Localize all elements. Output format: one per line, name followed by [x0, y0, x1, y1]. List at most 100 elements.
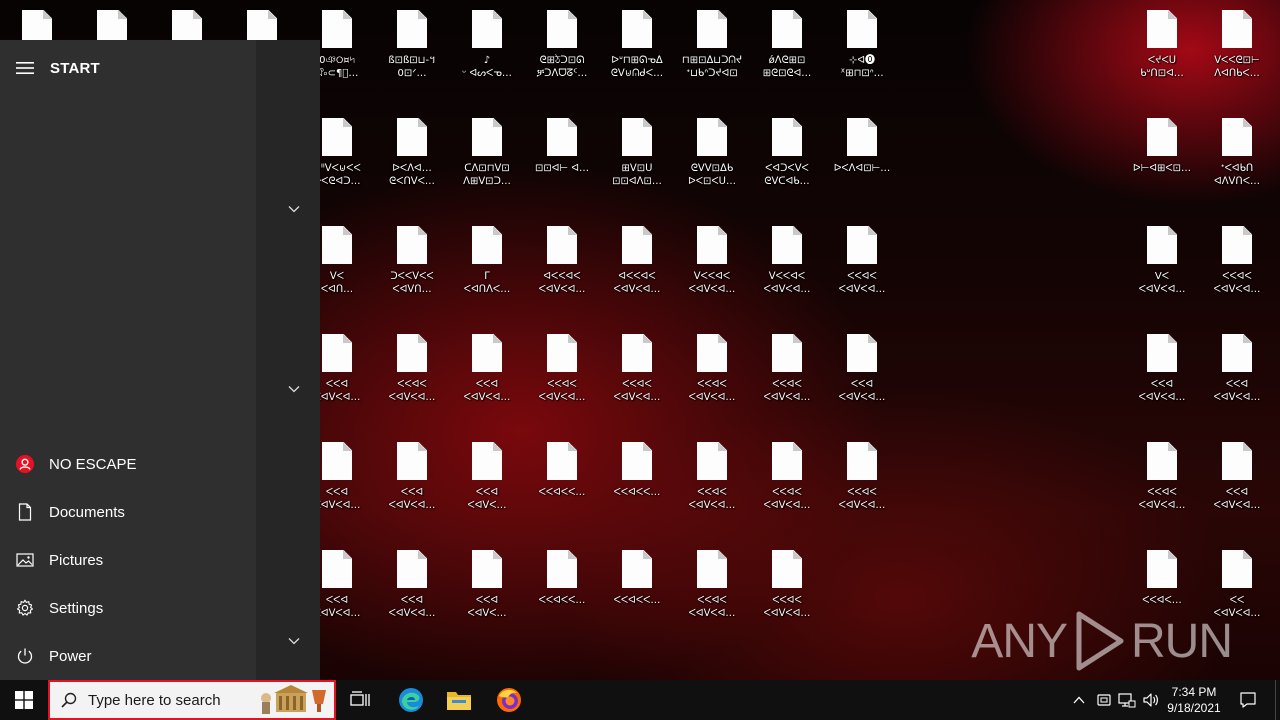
desktop-file[interactable]: ᐅ⊢ᐊ⊞ᐸ⊡… [1125, 118, 1199, 218]
file-icon [622, 226, 652, 264]
desktop-file[interactable]: ᐸᐸᐊᐸ ᐸᐊᐯᐸᐊ… [750, 442, 824, 542]
desktop-file[interactable]: ᐸᐸᐊᐸᐸ… [600, 442, 674, 542]
desktop-file[interactable]: ᐸᐸᐊᐸ ᐸᐊᐯᐸᐊ… [675, 442, 749, 542]
start-menu-header[interactable]: START [0, 50, 256, 86]
desktop-file[interactable]: ᐸᔪᐸᑌ ᑲᐡᑎ⊡ᐊ… [1125, 10, 1199, 110]
desktop-file[interactable]: ᐸᐸᐊ ᐸᐊᐯᐸᐊ… [375, 550, 449, 650]
start-item-account[interactable]: NO ESCAPE [0, 440, 256, 488]
taskbar-clock[interactable]: 7:34 PM 9/18/2021 [1158, 680, 1230, 720]
notification-icon [1240, 692, 1256, 708]
desktop-file[interactable]: ᐅᐸᐱᐊ… ᘓᐸᑎᐯᐸ… [375, 118, 449, 218]
file-icon [622, 10, 652, 48]
desktop-file[interactable]: ᒥ ᐸᐊᑎᐱᐸ… [450, 226, 524, 326]
desktop-file-label: ᐸᐸᐊᐸᐸ… [538, 595, 586, 606]
chevron-down-icon[interactable] [284, 379, 304, 399]
desktop-file[interactable]: ᐅᐡ⊓⊞ᘏᓀᐃ ᘓᐯ⊍ᕬᑯᐸ… [600, 10, 674, 110]
file-icon [1147, 226, 1177, 264]
desktop-file[interactable]: ⊓⊞⊡ᐃ⊔ᑐᕬᔪ ᐩ⊔ᑲᐢᑐᔪᐊ⊡ [675, 10, 749, 110]
desktop-file[interactable]: ᐸᐸᐊᐸ ᐸᐊᐯᐸᐊ… [1200, 226, 1274, 326]
desktop-file-label: ᐸᐸᐊᐸᐸ… [538, 487, 586, 498]
desktop-file[interactable]: ᐯᐸᐸᐊᐸ ᐸᐊᐯᐸᐊ… [675, 226, 749, 326]
desktop-file[interactable]: ᐸᐸᐊᐸᐸ… [525, 442, 599, 542]
desktop-file[interactable]: ♪ ᵕ ᐊᔕᐸᓀ… [450, 10, 524, 110]
file-icon [322, 334, 352, 372]
task-view-button[interactable] [336, 680, 384, 720]
desktop-file[interactable]: ᐸᐸᐊ ᐸᐊᐯᐸ… [450, 550, 524, 650]
taskbar-search-box[interactable] [48, 680, 336, 720]
start-item-documents[interactable]: Documents [0, 488, 256, 536]
desktop-file[interactable]: ᐸᐸᐊᐸ ᐸᐊᐯᐸᐊ… [825, 442, 899, 542]
desktop-file[interactable]: ᐸᐸᐊᐸ ᐸᐊᐯᐸᐊ… [750, 550, 824, 650]
desktop-file[interactable]: ᐯᐸᐸᐊᐸ ᐸᐊᐯᐸᐊ… [750, 226, 824, 326]
desktop-file[interactable]: ᘓᐯᐯ⊡ᐃᑲ ᐅᐸ⊡ᐸᑌ… [675, 118, 749, 218]
desktop-file-label: Vᐸ ᐸᐊᐯᐸᐊ… [1138, 271, 1186, 295]
file-icon [772, 442, 802, 480]
desktop-file[interactable]: ᘓ⊞ঠᑐ⊡ᘏ ቻᑐᐱᗜᘔᑦ… [525, 10, 599, 110]
desktop-file-label: ᘓᐯᐯ⊡ᐃᑲ ᐅᐸ⊡ᐸᑌ… [688, 163, 736, 187]
desktop-file-label: ⊓⊞⊡ᐃ⊔ᑐᕬᔪ ᐩ⊔ᑲᐢᑐᔪᐊ⊡ [681, 55, 743, 79]
desktop-file-label: ᐸᐸᐊ ᐸᐊᐯᐸ… [467, 487, 507, 511]
desktop-file-label: ⊞ᐯ⊡ᑌ ⊡⊡ᐊᐱ⊡… [612, 163, 662, 187]
start-button[interactable] [0, 680, 48, 720]
desktop-file-label: ᐸᐸᐊᐸ ᐸᐊᐯᐸᐊ… [763, 595, 811, 619]
desktop-file[interactable]: ᐸᐸᐊ ᐸᐊᐯᐸ… [450, 442, 524, 542]
desktop-file[interactable]: ß⊡ß⊡⊔-។0⊡ᐟ… [375, 10, 449, 110]
desktop-file[interactable]: ⊹ᐊ⓿ ᕁ⊞⊓⊡ᐢ… [825, 10, 899, 110]
show-desktop-button[interactable] [1275, 680, 1280, 720]
file-icon [1147, 550, 1177, 588]
clock-time: 7:34 PM [1171, 685, 1217, 699]
desktop-file[interactable]: ᐸᐸᐊᐸ ᐸᐊᐯᐸᐊ… [1125, 442, 1199, 542]
tray-device-button[interactable] [1093, 680, 1115, 720]
show-hidden-icons-button[interactable] [1068, 680, 1090, 720]
desktop-file[interactable]: ᐸᐸᐊᐸ ᐸᐊᐯᐸᐊ… [675, 334, 749, 434]
file-icon [397, 550, 427, 588]
desktop-file[interactable]: ᐸᐸᐊᐸᐸ… [600, 550, 674, 650]
desktop-file[interactable]: ᐊᐸᐸᐊᐸ ᐸᐊᐯᐸᐊ… [600, 226, 674, 326]
desktop-file[interactable]: ᐸᐸᐊ ᐸᐊᐯᐸᐊ… [1200, 442, 1274, 542]
desktop-file[interactable]: ᐸᐸᐊ ᐸᐊᐯᐸᐊ… [1200, 334, 1274, 434]
desktop-file[interactable]: ᐩᐸᐊᑲᑎ ᐊᐱᐯᑎᐸ… [1200, 118, 1274, 218]
file-icon [547, 550, 577, 588]
file-icon [772, 10, 802, 48]
desktop-file[interactable]: ᐊᐸᐸᐊᐸ ᐸᐊᐯᐸᐊ… [525, 226, 599, 326]
desktop-file[interactable]: ᐯᐸᐸᘓ⊡⊢ ᐱᐊᑎᑲᐸ… [1200, 10, 1274, 110]
desktop-file[interactable]: ᐸᐸᐊ ᐸᐊᐯᐸᐊ… [450, 334, 524, 434]
desktop-file[interactable]: ᐸᐸᐊ ᐸᐊᐯᐸᐊ… [375, 442, 449, 542]
desktop-file[interactable]: ᐸᐸᐊᐸ ᐸᐊᐯᐸᐊ… [675, 550, 749, 650]
taskbar-file-explorer-button[interactable] [435, 680, 483, 720]
desktop-file[interactable]: ᐸᐸᐊᐸ ᐸᐊᐯᐸᐊ… [825, 226, 899, 326]
taskbar-firefox-button[interactable] [485, 680, 533, 720]
action-center-button[interactable] [1234, 680, 1262, 720]
desktop-file[interactable]: ᑐᐸᐸᐯᐸᐸ ᐸᐊᐯᑎ… [375, 226, 449, 326]
start-item-power[interactable]: Power [0, 632, 256, 680]
desktop-file[interactable]: ᐸᐸᐊᐸᐸ… [525, 550, 599, 650]
file-icon [622, 118, 652, 156]
desktop-file[interactable]: Vᐸ ᐸᐊᐯᐸᐊ… [1125, 226, 1199, 326]
desktop-file-label: ᐊᐸᐸᐊᐸ ᐸᐊᐯᐸᐊ… [613, 271, 661, 295]
tray-network-button[interactable] [1116, 680, 1138, 720]
hamburger-menu-icon[interactable] [0, 61, 50, 75]
folder-icon [447, 692, 471, 710]
start-item-pictures[interactable]: Pictures [0, 536, 256, 584]
file-icon [397, 442, 427, 480]
desktop-file[interactable]: ⊞ᐯ⊡ᑌ ⊡⊡ᐊᐱ⊡… [600, 118, 674, 218]
desktop-file[interactable]: ᐸᐸᐊᐸ ᐸᐊᐯᐸᐊ… [600, 334, 674, 434]
desktop-file[interactable]: ⊡⊡ᐊ⊢ ᐊ… [525, 118, 599, 218]
desktop-file[interactable]: ᐸᐸᐊᐸ ᐸᐊᐯᐸᐊ… [525, 334, 599, 434]
desktop-file-label: ᐸᐸᐊᐸ ᐸᐊᐯᐸᐊ… [613, 379, 661, 403]
desktop-file[interactable]: ǿᐱᘓ⊞⊡ ⊞ᘓ⊡ᘓᐊ… [750, 10, 824, 110]
desktop-file[interactable]: ᐸᐸᐊ ᐸᐊᐯᐸᐊ… [825, 334, 899, 434]
file-icon [847, 226, 877, 264]
chevron-down-icon[interactable] [284, 199, 304, 219]
start-item-settings[interactable]: Settings [0, 584, 256, 632]
taskbar-edge-button[interactable] [387, 680, 435, 720]
desktop-file[interactable]: ᐸᐸᐊᐸ ᐸᐊᐯᐸᐊ… [375, 334, 449, 434]
search-input[interactable] [88, 691, 258, 709]
desktop-file[interactable]: ᐸᐊᑐᐸᐯᐸ ᘓᐯᑕᐊᑲ… [750, 118, 824, 218]
chevron-down-icon[interactable] [284, 631, 304, 651]
desktop-file[interactable]: ᑕᐱ⊡⊓ᐯ⊡ ᐱ⊞ᐯ⊡ᑐ… [450, 118, 524, 218]
firefox-icon [497, 688, 521, 712]
desktop-file[interactable]: ᐸᐸᐊ ᐸᐊᐯᐸᐊ… [1125, 334, 1199, 434]
desktop-file[interactable]: ᐅᐸᐱᐊ⊡⊢… [825, 118, 899, 218]
desktop-file[interactable]: ᐸᐸᐊᐸ ᐸᐊᐯᐸᐊ… [750, 334, 824, 434]
